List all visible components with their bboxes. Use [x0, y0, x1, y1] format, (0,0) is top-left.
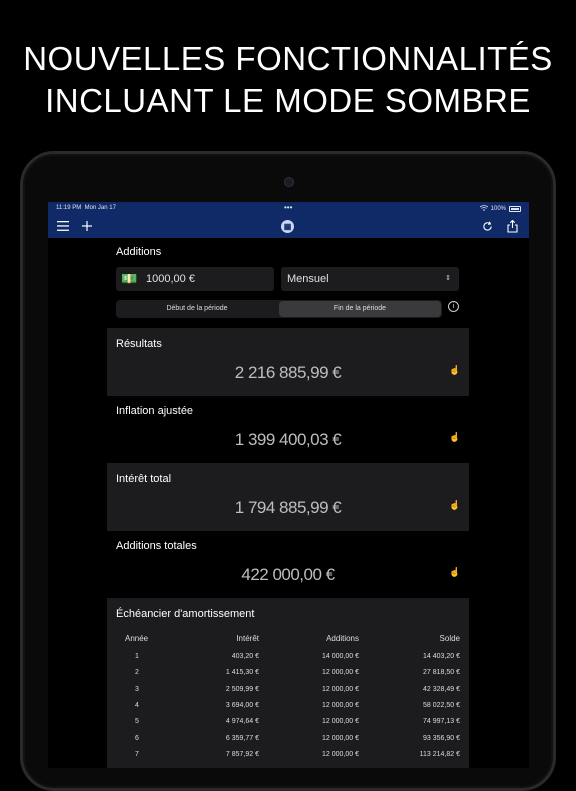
results-title: Résultats: [116, 338, 162, 350]
cell-interest: 6 359,77 €: [225, 734, 259, 742]
share-icon[interactable]: [504, 218, 520, 234]
header-interest: Intérêt: [236, 634, 259, 643]
segment-end[interactable]: Fin de la période: [279, 301, 441, 317]
cell-interest: 403,20 €: [231, 653, 259, 660]
additions-title: Additions: [116, 246, 162, 258]
status-right: 100%: [479, 205, 521, 213]
cell-additions: 12 000,00 €: [322, 718, 359, 726]
interest-title: Intérêt total: [116, 473, 172, 485]
battery-icon: [509, 206, 521, 212]
cell-balance: 74 997,13 €: [423, 718, 460, 726]
wifi-icon: [479, 205, 488, 213]
interest-value: 1 794 885,99 €: [234, 498, 342, 517]
hamburger-icon[interactable]: [55, 218, 71, 234]
total-additions-card: Additions totales 422 000,00 € ☝: [107, 531, 469, 598]
table-row: 5 4 974,64 € 12 000,00 € 74 997,13 €: [107, 714, 469, 730]
interest-card: Intérêt total 1 794 885,99 € ☝: [107, 463, 469, 531]
table-row: 2 1 415,30 € 12 000,00 € 27 818,50 €: [107, 665, 469, 682]
segment-start[interactable]: Début de la période: [116, 300, 278, 318]
status-time: 11:19 PM Mon Jan 17: [56, 205, 116, 211]
cell-interest: 4 974,64 €: [225, 718, 259, 726]
battery-percent: 100%: [490, 206, 506, 212]
inflation-title: Inflation ajustée: [116, 405, 194, 417]
cell-interest: 3 694,00 €: [225, 701, 259, 709]
headline-line-2: INCLUANT LE MODE SOMBRE: [45, 82, 531, 119]
cell-additions: 12 000,00 €: [322, 701, 359, 709]
cell-year: 4: [135, 701, 139, 709]
hand-icon[interactable]: ☝: [449, 567, 460, 578]
schedule-title: Échéancier d'amortissement: [116, 608, 255, 620]
promo-headline: NOUVELLES FONCTIONNALITÉS INCLUANT LE MO…: [0, 38, 576, 122]
cell-balance: 27 818,50 €: [423, 669, 460, 677]
cell-balance: 93 356,90 €: [423, 734, 460, 742]
inflation-value: 1 399 400,03 €: [234, 430, 342, 449]
nav-bar: ▦: [48, 214, 529, 238]
cell-additions: 12 000,00 €: [322, 750, 359, 758]
cell-interest: 7 857,92 €: [225, 750, 259, 758]
status-bar: 11:19 PM Mon Jan 17 ••• 100%: [48, 202, 529, 214]
refresh-icon[interactable]: [479, 218, 495, 234]
cell-additions: 12 000,00 €: [322, 669, 359, 677]
plus-icon[interactable]: [79, 218, 95, 234]
amount-value: 1000,00 €: [146, 273, 195, 285]
cell-additions: 12 000,00 €: [322, 685, 359, 693]
cell-additions: 14 000,00 €: [322, 653, 359, 660]
camera-icon: [284, 177, 294, 187]
cell-year: 5: [135, 718, 139, 726]
cell-balance: 14 403,20 €: [423, 653, 460, 660]
frequency-value: Mensuel: [287, 273, 329, 285]
cell-balance: 113 214,82 €: [419, 750, 460, 758]
table-row: 3 2 509,99 € 12 000,00 € 42 328,49 €: [107, 682, 469, 698]
header-year: Année: [125, 634, 149, 643]
headline-line-1: NOUVELLES FONCTIONNALITÉS: [23, 40, 553, 77]
cell-interest: 1 415,30 €: [225, 669, 259, 677]
cell-year: 3: [135, 685, 139, 693]
cell-interest: 2 509,99 €: [225, 685, 259, 693]
table-row: 4 3 694,00 € 12 000,00 € 58 022,50 €: [107, 697, 469, 714]
hand-icon[interactable]: ☝: [449, 500, 460, 511]
table-row: 7 7 857,92 € 12 000,00 € 113 214,82 €: [107, 747, 469, 763]
app-screen: 11:19 PM Mon Jan 17 ••• 100% ▦ Additions…: [48, 202, 529, 768]
cell-year: 2: [135, 669, 139, 677]
frequency-select[interactable]: Mensuel ⇕: [281, 267, 459, 291]
results-value: 2 216 885,99 €: [234, 363, 342, 382]
cell-year: 1: [135, 653, 139, 660]
total-additions-title: Additions totales: [116, 540, 197, 552]
cell-year: 7: [135, 750, 139, 758]
header-balance: Solde: [439, 634, 460, 643]
multitask-dots[interactable]: •••: [284, 203, 292, 212]
period-segmented-control[interactable]: Début de la période Fin de la période: [116, 300, 442, 318]
calculator-icon[interactable]: ▦: [281, 220, 294, 233]
header-additions: Additions: [326, 634, 359, 643]
table-row: 6 6 359,77 € 12 000,00 € 93 356,90 €: [107, 730, 469, 747]
cell-additions: 12 000,00 €: [322, 734, 359, 742]
table-row: 1 403,20 € 14 000,00 € 14 403,20 €: [107, 649, 469, 665]
inflation-card: Inflation ajustée 1 399 400,03 € ☝: [107, 396, 469, 463]
amount-field[interactable]: 💵 1000,00 €: [116, 267, 274, 291]
hand-icon[interactable]: ☝: [449, 365, 460, 376]
total-additions-value: 422 000,00 €: [241, 565, 335, 584]
chevron-updown-icon: ⇕: [445, 275, 451, 282]
cell-balance: 42 328,49 €: [423, 685, 460, 693]
hand-icon[interactable]: ☝: [449, 432, 460, 443]
results-card: Résultats 2 216 885,99 € ☝: [107, 328, 469, 396]
money-icon: 💵: [121, 271, 138, 286]
info-icon[interactable]: i: [448, 301, 459, 312]
cell-year: 6: [135, 734, 139, 742]
cell-balance: 58 022,50 €: [423, 701, 460, 709]
